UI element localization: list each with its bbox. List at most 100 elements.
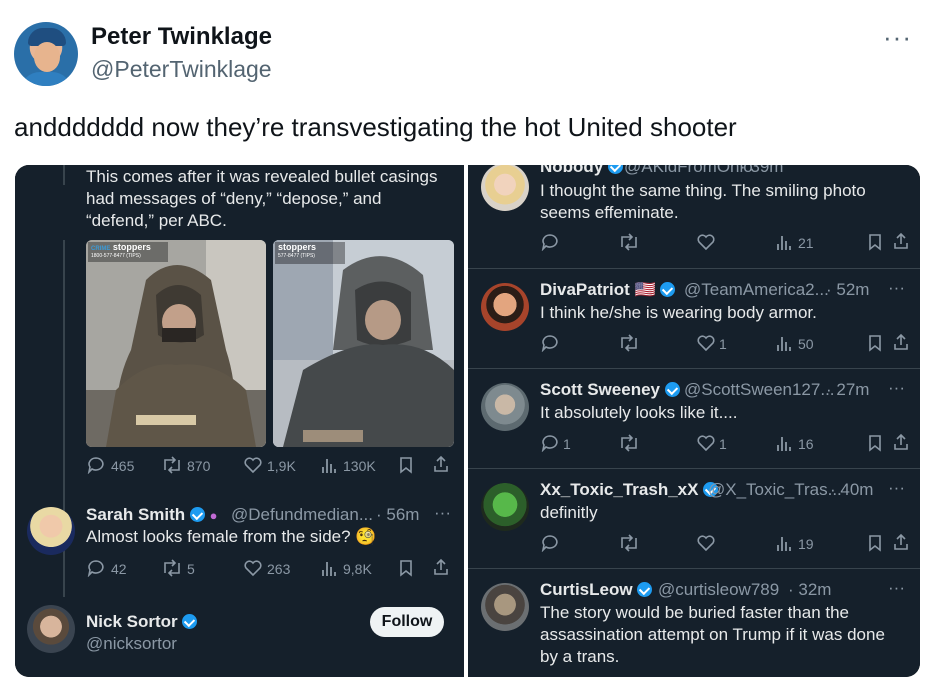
tweet-time: · 32m [788,580,832,599]
tweet-more-icon[interactable]: ··· [888,578,905,598]
views-icon[interactable] [776,534,792,552]
toxic-trash-avatar[interactable] [481,483,529,531]
verified-badge-icon [664,382,680,397]
thread-line [63,165,65,185]
reply-time: · 56m [376,505,420,524]
tweet-text-line: The story would be buried faster than th… [540,603,850,622]
share-icon[interactable] [433,558,449,576]
reply-icon[interactable] [541,334,559,352]
views-count: 16 [798,436,814,452]
caption-line: This comes after it was revealed bullet … [86,167,438,186]
tweet-more-icon[interactable]: ··· [888,378,905,398]
sarah-smith-avatar[interactable] [27,507,75,555]
caption-line: “defend,” per ABC. [86,211,227,230]
tweet-time: · 52m [826,280,870,299]
reply-count: 1 [563,436,571,452]
tweet-time: · 39m [740,165,784,176]
reply-icon[interactable] [87,559,105,577]
reply-icon[interactable] [541,434,559,452]
views-icon[interactable] [321,559,337,577]
repost-icon[interactable] [161,456,183,474]
share-icon[interactable] [433,455,449,473]
bookmark-icon[interactable] [868,334,882,352]
like-icon[interactable] [243,456,263,474]
tweet-text-line: It absolutely looks like it.... [540,403,738,422]
like-icon[interactable] [696,334,716,352]
tweet-author-handle: @curtisleow789 [658,580,780,599]
share-icon[interactable] [893,333,909,351]
reply-author-handle: @Defundmedian... [231,505,374,524]
repost-icon[interactable] [618,233,640,251]
right-screenshot-panel: Nobody @AKidFromOhio · 39m I thought the… [468,165,920,677]
tweet-author-handle: @AKidFromOhio [624,165,753,176]
views-count: 21 [798,235,814,251]
more-options-icon[interactable]: ··· [883,22,912,53]
caption-line: had messages of “deny,” “depose,” and [86,189,382,208]
author-avatar[interactable] [14,22,78,86]
like-count: 1,9K [267,458,296,474]
tweet-author-name[interactable]: Scott Sweeney [540,380,680,400]
share-icon[interactable] [893,232,909,250]
verified-badge-icon [637,582,653,597]
tweet-author-name[interactable]: DivaPatriot 🇺🇸 [540,280,676,300]
reply-icon[interactable] [87,456,105,474]
reply-icon[interactable] [541,233,559,251]
reply-author-name[interactable]: Sarah Smith ● [86,505,218,525]
verified-badge-icon [608,165,624,174]
left-screenshot-panel: This comes after it was revealed bullet … [15,165,464,677]
tweet-author-name[interactable]: Nobody [540,165,624,177]
repost-icon[interactable] [618,334,640,352]
tweet-text-line: seems effeminate. [540,203,679,222]
repost-icon[interactable] [618,434,640,452]
like-icon[interactable] [696,534,716,552]
tweet-author-handle: @ScottSween127... [684,380,835,399]
bookmark-icon[interactable] [868,233,882,251]
bookmark-icon[interactable] [399,559,413,577]
tweet-author-name[interactable]: Xx_Toxic_Trash_xX [540,480,719,500]
follow-button[interactable]: Follow [370,607,444,637]
like-icon[interactable] [696,434,716,452]
reply-text: Almost looks female from the side? 🧐 [86,527,377,546]
repost-count: 870 [187,458,211,474]
profile-name[interactable]: Nick Sortor [86,612,198,632]
us-flag-icon: 🇺🇸 [634,280,656,299]
nobody-avatar[interactable] [481,165,529,211]
bookmark-icon[interactable] [868,434,882,452]
tweet-author-handle: @TeamAmerica2... [684,280,829,299]
post-media-image[interactable]: This comes after it was revealed bullet … [15,165,920,677]
views-icon[interactable] [321,456,337,474]
tweet-more-icon[interactable]: ··· [888,278,905,298]
scott-sweeney-avatar[interactable] [481,383,529,431]
like-count: 1 [719,336,727,352]
affiliate-icon: ● [209,508,218,523]
author-name[interactable]: Peter Twinklage [91,23,272,51]
reply-count: 42 [111,561,127,577]
like-icon[interactable] [696,233,716,251]
views-count: 130K [343,458,376,474]
share-icon[interactable] [893,433,909,451]
surveillance-photo-2[interactable]: stoppers 577-8477 (TIPS) [273,240,454,447]
nick-sortor-avatar[interactable] [27,605,75,653]
views-icon[interactable] [776,434,792,452]
views-icon[interactable] [776,334,792,352]
bookmark-icon[interactable] [868,534,882,552]
divapatriot-avatar[interactable] [481,283,529,331]
surveillance-photo-1[interactable]: CRIME stoppers 1800-577-8477 (TIPS) [86,240,266,447]
reply-icon[interactable] [541,534,559,552]
author-handle[interactable]: @PeterTwinklage [91,56,272,83]
share-icon[interactable] [893,533,909,551]
profile-handle: @nicksortor [86,634,177,653]
repost-icon[interactable] [618,534,640,552]
repost-count: 5 [187,561,195,577]
tweet-text-line: by a trans. [540,647,620,666]
curtisleow-avatar[interactable] [481,583,529,631]
views-count: 9,8K [343,561,372,577]
repost-icon[interactable] [161,559,183,577]
like-icon[interactable] [243,559,263,577]
tweet-author-name[interactable]: CurtisLeow [540,580,653,600]
reply-more-icon[interactable]: ··· [434,503,451,523]
tweet-time: · 40m [830,480,874,499]
bookmark-icon[interactable] [399,456,413,474]
tweet-more-icon[interactable]: ··· [888,478,905,498]
views-icon[interactable] [776,233,792,251]
